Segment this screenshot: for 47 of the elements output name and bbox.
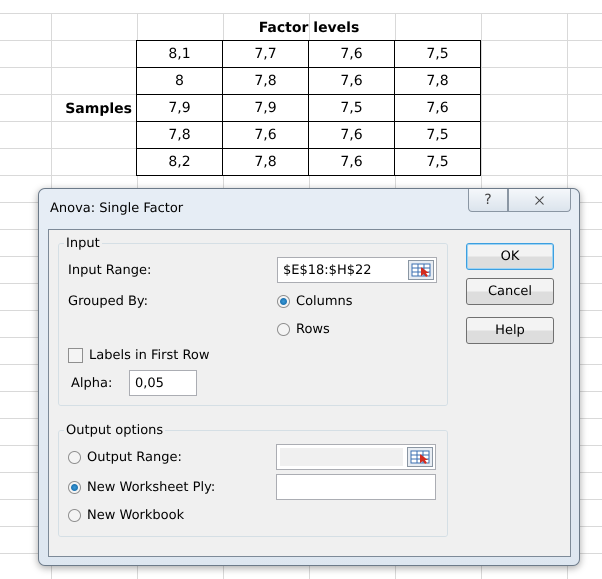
radio-button[interactable] (277, 322, 290, 336)
group-legend: Input (64, 236, 102, 251)
help-button[interactable]: ? (468, 189, 508, 212)
range-picker-icon[interactable] (408, 260, 434, 280)
table-cell: 7,6 (222, 122, 309, 149)
radio-button[interactable] (277, 294, 290, 308)
table-cell: 7,7 (222, 40, 309, 68)
group-legend: Output options (64, 423, 166, 438)
table-cell: 7,8 (222, 68, 309, 95)
sheet-name-field[interactable] (276, 474, 436, 500)
field-label: Alpha: (70, 376, 114, 390)
table-cell: 7,6 (308, 122, 395, 149)
table-cell: 7,9 (136, 95, 223, 122)
table-cell: 7,5 (394, 40, 481, 68)
alpha-field[interactable]: 0,05 (129, 370, 197, 396)
radio-label[interactable]: New Worksheet Ply: (87, 480, 216, 494)
dialog-button[interactable]: Help (466, 317, 554, 344)
table-cell: 7,8 (136, 122, 223, 149)
field-label: Grouped By: (68, 294, 150, 308)
table-cell: 7,5 (394, 122, 481, 149)
field-label: Input Range: (68, 262, 152, 278)
table-cell: 7,9 (222, 95, 309, 122)
table-cell: 8,2 (136, 149, 223, 176)
radio-label[interactable]: Rows (296, 322, 330, 336)
checkbox[interactable] (68, 348, 83, 362)
table-header: Factor levels (258, 20, 360, 36)
window-title: Anova: Single Factor (49, 200, 184, 218)
close-button[interactable] (508, 189, 571, 212)
row-label: Samples (65, 100, 132, 116)
checkbox-label[interactable]: Labels in First Row (89, 348, 210, 362)
dialog-button[interactable]: Cancel (466, 278, 554, 305)
input-range-field[interactable]: $E$18:$H$22 (277, 257, 437, 283)
table-cell: 7,8 (222, 149, 309, 176)
table-cell: 8 (136, 68, 223, 95)
table-cell: 7,5 (308, 95, 395, 122)
radio-button[interactable] (68, 508, 81, 522)
dialog-button[interactable]: OK (466, 243, 554, 270)
table-cell: 7,6 (308, 149, 395, 176)
table-cell: 7,8 (394, 68, 481, 95)
radio-label[interactable]: New Workbook (87, 508, 184, 522)
table-cell: 8,1 (136, 40, 223, 68)
table-cell: 7,6 (394, 95, 481, 122)
table-cell: 7,5 (394, 149, 481, 176)
radio-button[interactable] (68, 480, 81, 494)
table-cell: 7,6 (308, 40, 395, 68)
radio-label[interactable]: Columns (296, 294, 353, 308)
table-cell: 7,6 (308, 68, 395, 95)
